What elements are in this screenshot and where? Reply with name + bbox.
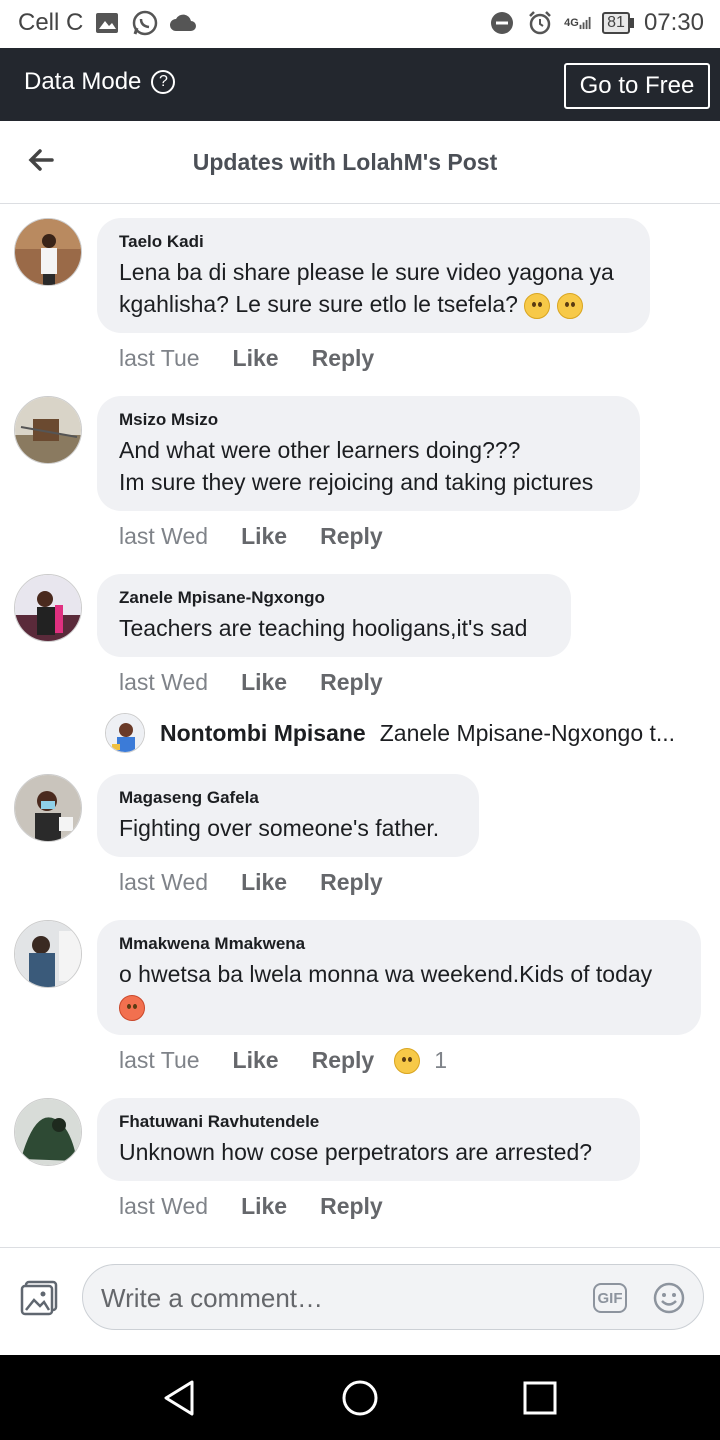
comment-actions: last Tue Like Reply 1: [119, 1047, 447, 1074]
battery-icon: 81: [602, 12, 634, 34]
photo-attach-icon[interactable]: [20, 1280, 58, 1316]
system-nav-bar: [0, 1355, 720, 1440]
avatar[interactable]: [14, 920, 82, 988]
comment-composer: Write a comment… GIF: [0, 1247, 720, 1355]
comment-time: last Wed: [119, 669, 209, 695]
reply-button[interactable]: Reply: [320, 1193, 383, 1220]
avatar[interactable]: [14, 396, 82, 464]
comment-text: Unknown how cose perpetrators are arrest…: [119, 1139, 593, 1165]
comment-author[interactable]: Taelo Kadi: [119, 232, 628, 252]
comment-text: Fighting over someone's father.: [119, 815, 440, 841]
whatsapp-icon: [131, 9, 159, 37]
carrier-label: Cell C: [18, 9, 84, 36]
avatar[interactable]: [14, 218, 82, 286]
gif-button[interactable]: GIF: [593, 1283, 627, 1313]
comment-actions: last Tue Like Reply: [119, 345, 374, 372]
comment-text: kgahlisha? Le sure sure etlo le tsefela?: [119, 291, 518, 317]
comment-actions: last Wed Like Reply: [119, 869, 383, 896]
comment-time: last Tue: [119, 1047, 200, 1073]
comment-text: o hwetsa ba lwela monna wa weekend.Kids …: [119, 961, 653, 987]
reply-button[interactable]: Reply: [312, 345, 375, 372]
battery-level: 81: [602, 12, 630, 34]
comment-bubble: Msizo Msizo And what were other learners…: [97, 396, 640, 511]
comment-bubble: Taelo Kadi Lena ba di share please le su…: [97, 218, 650, 333]
reply-text: Zanele Mpisane-Ngxongo t...: [379, 719, 676, 746]
like-button[interactable]: Like: [233, 1047, 279, 1074]
comment-actions: last Wed Like Reply: [119, 523, 383, 550]
reply-preview[interactable]: Nontombi Mpisane Zanele Mpisane-Ngxongo …: [105, 713, 705, 753]
comment-bubble: Fhatuwani Ravhutendele Unknown how cose …: [97, 1098, 640, 1181]
comment-time: last Tue: [119, 345, 200, 371]
cloud-icon: [169, 9, 197, 37]
avatar: [105, 713, 145, 753]
avatar[interactable]: [14, 774, 82, 842]
avatar[interactable]: [14, 1098, 82, 1166]
comment-author[interactable]: Zanele Mpisane-Ngxongo: [119, 588, 549, 608]
comment-actions: last Wed Like Reply: [119, 1193, 383, 1220]
page-title: Updates with LolahM's Post: [192, 149, 498, 175]
comment-author[interactable]: Msizo Msizo: [119, 410, 618, 430]
like-button[interactable]: Like: [241, 869, 287, 896]
avatar[interactable]: [14, 574, 82, 642]
do-not-disturb-icon: [488, 9, 516, 37]
page-header: Updates with LolahM's Post: [0, 121, 720, 204]
comment-author[interactable]: Magaseng Gafela: [119, 788, 457, 808]
data-mode-label[interactable]: Data Mode ?: [24, 68, 176, 96]
comment-time: last Wed: [119, 1193, 209, 1219]
comment-time: last Wed: [119, 869, 209, 895]
back-nav-icon[interactable]: [160, 1378, 200, 1418]
like-button[interactable]: Like: [241, 523, 287, 550]
data-mode-bar: Data Mode ? Go to Free: [0, 48, 720, 121]
status-bar: Cell C 4G 81 07:30: [0, 0, 720, 48]
like-button[interactable]: Like: [241, 1193, 287, 1220]
comment-bubble: Mmakwena Mmakwena o hwetsa ba lwela monn…: [97, 920, 701, 1035]
recents-nav-icon[interactable]: [520, 1378, 560, 1418]
emoji-picker-icon[interactable]: [653, 1282, 685, 1314]
home-nav-icon[interactable]: [340, 1378, 380, 1418]
comment-text: Im sure they were rejoicing and taking p…: [119, 469, 594, 495]
reply-button[interactable]: Reply: [320, 669, 383, 696]
reply-button[interactable]: Reply: [312, 1047, 375, 1074]
comment-bubble: Magaseng Gafela Fighting over someone's …: [97, 774, 479, 857]
comment-text: And what were other learners doing???: [119, 437, 521, 463]
sad-reaction-icon[interactable]: [394, 1047, 421, 1074]
gallery-notification-icon: [93, 9, 121, 37]
clock: 07:30: [643, 9, 704, 36]
hot-face-emoji-icon: [119, 994, 145, 1021]
reply-author[interactable]: Nontombi Mpisane: [160, 720, 366, 747]
like-button[interactable]: Like: [241, 669, 287, 696]
comment-text: Teachers are teaching hooligans,it's sad: [119, 615, 528, 641]
comment-bubble: Zanele Mpisane-Ngxongo Teachers are teac…: [97, 574, 571, 657]
comment-author[interactable]: Fhatuwani Ravhutendele: [119, 1112, 618, 1132]
comment-actions: last Wed Like Reply: [119, 669, 383, 696]
alarm-icon: [526, 9, 554, 37]
eye-roll-emoji-icon: [524, 292, 551, 319]
reply-button[interactable]: Reply: [320, 523, 383, 550]
thinking-emoji-icon: [556, 292, 583, 319]
help-icon[interactable]: ?: [151, 70, 176, 94]
like-button[interactable]: Like: [233, 345, 279, 372]
comment-input[interactable]: Write a comment… GIF: [82, 1264, 704, 1330]
reaction-count[interactable]: 1: [434, 1047, 447, 1074]
signal-icon: 4G: [564, 9, 592, 37]
comment-input-placeholder: Write a comment…: [101, 1283, 324, 1313]
reply-button[interactable]: Reply: [320, 869, 383, 896]
comment-text: Lena ba di share please le sure video ya…: [119, 259, 614, 285]
comment-author[interactable]: Mmakwena Mmakwena: [119, 934, 679, 954]
comment-time: last Wed: [119, 523, 209, 549]
go-to-free-button[interactable]: Go to Free: [564, 63, 710, 109]
